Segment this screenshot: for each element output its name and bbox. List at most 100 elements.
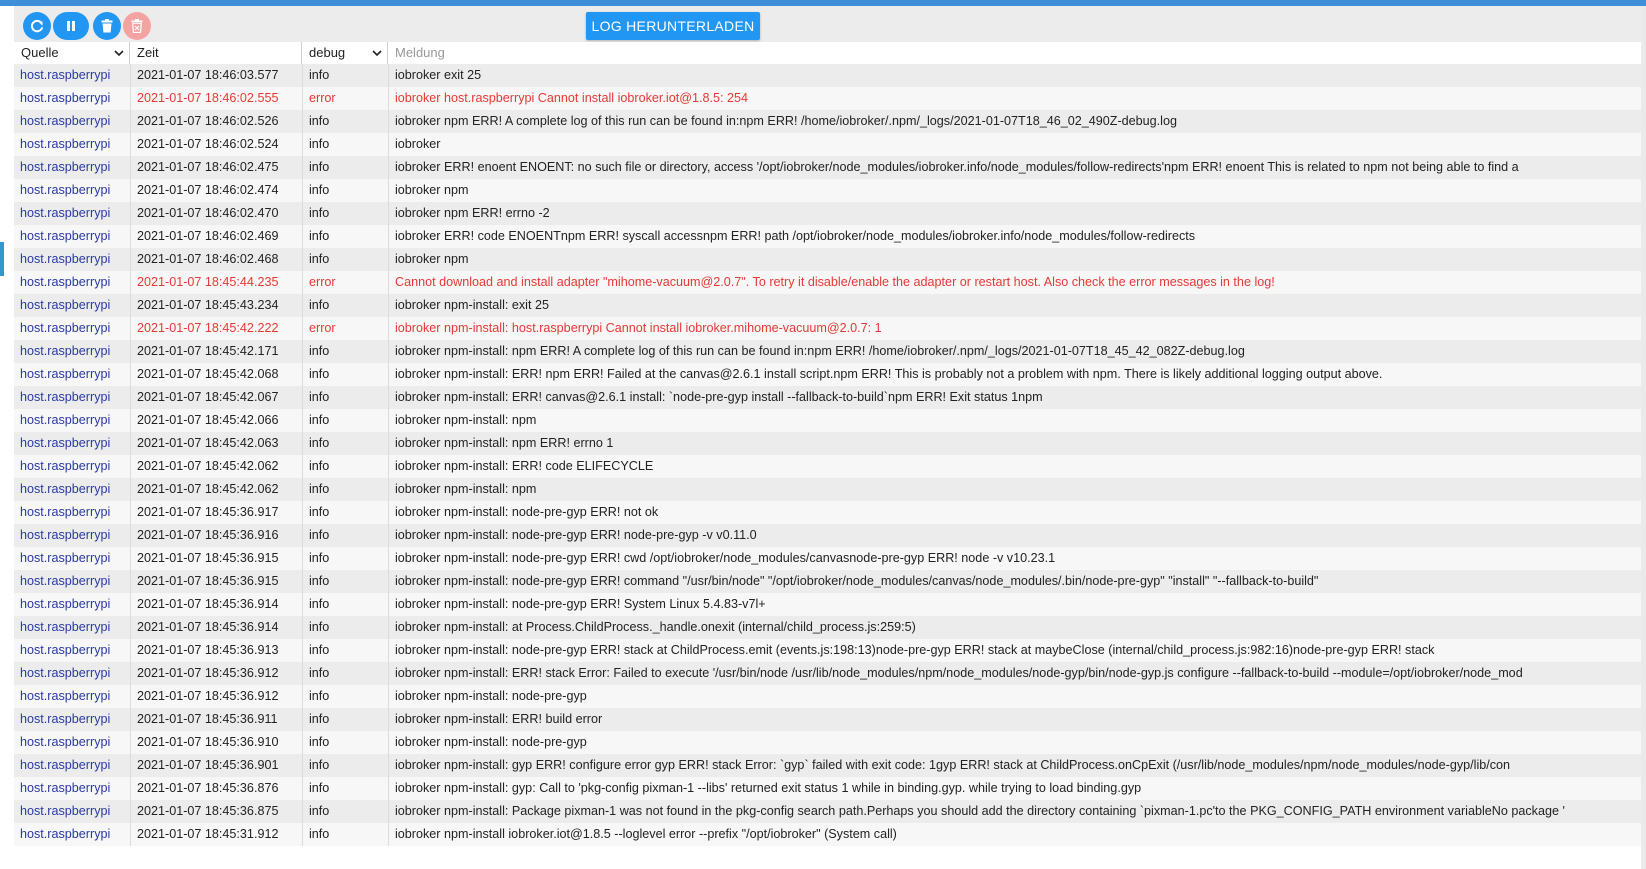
log-source-link[interactable]: host.raspberrypi [14,685,130,708]
download-log-button[interactable]: LOG HERUNTERLADEN [586,12,760,40]
log-severity: info [302,133,388,156]
log-row[interactable]: host.raspberrypi 2021-01-07 18:45:36.917 i… [14,501,1641,524]
log-source-link[interactable]: host.raspberrypi [14,823,130,846]
log-row[interactable]: host.raspberrypi 2021-01-07 18:45:42.171 i… [14,340,1641,363]
log-source-link[interactable]: host.raspberrypi [14,317,130,340]
log-source-link[interactable]: host.raspberrypi [14,432,130,455]
log-source-link[interactable]: host.raspberrypi [14,478,130,501]
log-source-link[interactable]: host.raspberrypi [14,386,130,409]
log-severity: info [302,662,388,685]
log-row[interactable]: host.raspberrypi 2021-01-07 18:45:36.916 i… [14,524,1641,547]
log-row[interactable]: host.raspberrypi 2021-01-07 18:45:36.911 i… [14,708,1641,731]
log-row[interactable]: host.raspberrypi 2021-01-07 18:45:36.914 i… [14,593,1641,616]
refresh-icon [30,19,44,33]
log-source-link[interactable]: host.raspberrypi [14,455,130,478]
log-source-link[interactable]: host.raspberrypi [14,570,130,593]
log-row[interactable]: host.raspberrypi 2021-01-07 18:45:42.062 i… [14,478,1641,501]
delete-log-button[interactable] [93,12,121,40]
log-severity: info [302,639,388,662]
log-row[interactable]: host.raspberrypi 2021-01-07 18:45:36.915 i… [14,570,1641,593]
log-severity: info [302,340,388,363]
log-row[interactable]: host.raspberrypi 2021-01-07 18:45:36.913 i… [14,639,1641,662]
log-severity: info [302,593,388,616]
log-source-link[interactable]: host.raspberrypi [14,662,130,685]
log-source-link[interactable]: host.raspberrypi [14,225,130,248]
log-row[interactable]: host.raspberrypi 2021-01-07 18:46:02.469 i… [14,225,1641,248]
log-source-link[interactable]: host.raspberrypi [14,87,130,110]
severity-filter-select[interactable]: debug [302,42,388,64]
log-message: iobroker npm-install: node-pre-gyp ERR! … [388,501,1641,524]
log-time: 2021-01-07 18:45:42.063 [130,432,302,455]
log-time: 2021-01-07 18:45:36.917 [130,501,302,524]
log-source-link[interactable]: host.raspberrypi [14,708,130,731]
log-row[interactable]: host.raspberrypi 2021-01-07 18:45:42.062 i… [14,455,1641,478]
log-source-link[interactable]: host.raspberrypi [14,501,130,524]
log-source-link[interactable]: host.raspberrypi [14,616,130,639]
log-severity: info [302,455,388,478]
log-row[interactable]: host.raspberrypi 2021-01-07 18:45:43.234 i… [14,294,1641,317]
log-source-link[interactable]: host.raspberrypi [14,64,130,87]
log-row[interactable]: host.raspberrypi 2021-01-07 18:46:02.475 i… [14,156,1641,179]
log-message: iobroker npm-install: host.raspberrypi C… [388,317,1641,340]
log-message: iobroker npm-install: ERR! build error [388,708,1641,731]
log-source-link[interactable]: host.raspberrypi [14,547,130,570]
log-source-link[interactable]: host.raspberrypi [14,202,130,225]
log-source-link[interactable]: host.raspberrypi [14,639,130,662]
log-severity: info [302,731,388,754]
log-row[interactable]: host.raspberrypi 2021-01-07 18:45:36.912 i… [14,685,1641,708]
log-source-link[interactable]: host.raspberrypi [14,271,130,294]
log-row[interactable]: host.raspberrypi 2021-01-07 18:45:36.901 i… [14,754,1641,777]
log-source-link[interactable]: host.raspberrypi [14,179,130,202]
log-source-link[interactable]: host.raspberrypi [14,777,130,800]
source-filter-label: Quelle [21,45,59,60]
pause-button[interactable] [53,12,89,40]
log-row[interactable]: host.raspberrypi 2021-01-07 18:45:36.876 i… [14,777,1641,800]
log-source-link[interactable]: host.raspberrypi [14,340,130,363]
log-row[interactable]: host.raspberrypi 2021-01-07 18:46:02.524 i… [14,133,1641,156]
log-row[interactable]: host.raspberrypi 2021-01-07 18:45:42.063 i… [14,432,1641,455]
log-message: iobroker npm-install: Package pixman-1 w… [388,800,1641,823]
log-severity: info [302,823,388,846]
log-row[interactable]: host.raspberrypi 2021-01-07 18:45:31.912 i… [14,823,1641,846]
log-severity: info [302,225,388,248]
log-source-link[interactable]: host.raspberrypi [14,524,130,547]
log-source-link[interactable]: host.raspberrypi [14,409,130,432]
log-row[interactable]: host.raspberrypi 2021-01-07 18:45:44.235 e… [14,271,1641,294]
log-row[interactable]: host.raspberrypi 2021-01-07 18:46:03.577 i… [14,64,1641,87]
log-severity: info [302,708,388,731]
log-row[interactable]: host.raspberrypi 2021-01-07 18:45:42.222 e… [14,317,1641,340]
log-row[interactable]: host.raspberrypi 2021-01-07 18:45:42.067 i… [14,386,1641,409]
log-row[interactable]: host.raspberrypi 2021-01-07 18:46:02.468 i… [14,248,1641,271]
delete-log-file-button[interactable] [123,12,151,40]
vertical-scrollbar-track[interactable] [1641,6,1646,869]
refresh-button[interactable] [23,12,51,40]
log-source-link[interactable]: host.raspberrypi [14,248,130,271]
log-time: 2021-01-07 18:45:42.067 [130,386,302,409]
log-source-link[interactable]: host.raspberrypi [14,133,130,156]
log-severity: info [302,478,388,501]
log-time: 2021-01-07 18:45:36.916 [130,524,302,547]
log-row[interactable]: host.raspberrypi 2021-01-07 18:45:36.875 i… [14,800,1641,823]
log-source-link[interactable]: host.raspberrypi [14,294,130,317]
message-filter-input[interactable]: Meldung [388,42,1641,64]
log-source-link[interactable]: host.raspberrypi [14,593,130,616]
trash-icon [101,19,113,33]
log-row[interactable]: host.raspberrypi 2021-01-07 18:45:36.915 i… [14,547,1641,570]
log-row[interactable]: host.raspberrypi 2021-01-07 18:45:36.910 i… [14,731,1641,754]
log-row[interactable]: host.raspberrypi 2021-01-07 18:46:02.526 i… [14,110,1641,133]
log-row[interactable]: host.raspberrypi 2021-01-07 18:46:02.555 e… [14,87,1641,110]
log-row[interactable]: host.raspberrypi 2021-01-07 18:46:02.474 i… [14,179,1641,202]
log-source-link[interactable]: host.raspberrypi [14,110,130,133]
log-source-link[interactable]: host.raspberrypi [14,156,130,179]
source-filter-select[interactable]: Quelle [14,42,130,64]
log-row[interactable]: host.raspberrypi 2021-01-07 18:45:42.066 i… [14,409,1641,432]
log-row[interactable]: host.raspberrypi 2021-01-07 18:45:36.914 i… [14,616,1641,639]
log-row[interactable]: host.raspberrypi 2021-01-07 18:46:02.470 i… [14,202,1641,225]
log-row[interactable]: host.raspberrypi 2021-01-07 18:45:42.068 i… [14,363,1641,386]
log-source-link[interactable]: host.raspberrypi [14,754,130,777]
log-row[interactable]: host.raspberrypi 2021-01-07 18:45:36.912 i… [14,662,1641,685]
log-source-link[interactable]: host.raspberrypi [14,363,130,386]
log-source-link[interactable]: host.raspberrypi [14,800,130,823]
log-source-link[interactable]: host.raspberrypi [14,731,130,754]
log-message: iobroker npm-install: ERR! npm ERR! Fail… [388,363,1641,386]
